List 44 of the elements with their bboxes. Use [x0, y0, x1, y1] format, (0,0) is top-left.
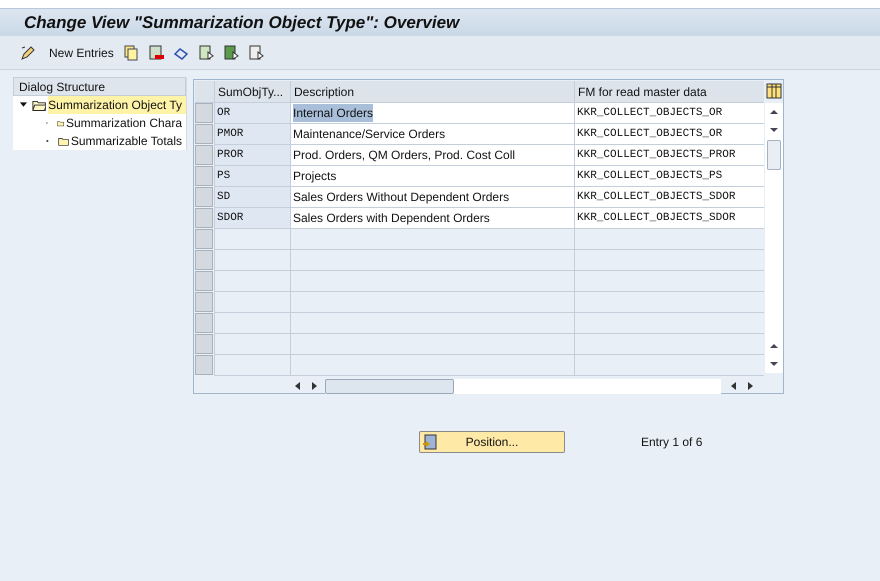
code-text: PROR: [217, 148, 244, 163]
description-text: Sales Orders with Dependent Orders: [293, 210, 490, 227]
code-text: KKR_COLLECT_OBJECTS_SDOR: [577, 210, 736, 226]
description-text: Maintenance/Service Orders: [293, 126, 446, 143]
code-text: KKR_COLLECT_OBJECTS_PS: [577, 168, 722, 184]
delete-icon[interactable]: [148, 44, 164, 60]
horizontal-scrollbar[interactable]: [325, 378, 721, 394]
select-all-icon[interactable]: [198, 44, 214, 60]
description-text: Internal Orders: [293, 104, 374, 122]
code-text: PS: [217, 168, 230, 184]
tree-item[interactable]: Summarization Chara: [66, 114, 186, 132]
position-icon: [422, 434, 438, 450]
description-text: Sales Orders Without Dependent Orders: [293, 189, 510, 206]
description-text: Projects: [293, 168, 336, 185]
code-text: SD: [217, 190, 230, 205]
scroll-thumb[interactable]: [325, 378, 454, 394]
new-entries-button[interactable]: New Entries: [49, 44, 114, 62]
code-text: OR: [217, 106, 230, 121]
entry-info: Entry 1 of 6: [641, 434, 702, 451]
bullet-icon: [46, 139, 49, 143]
column-settings-icon[interactable]: [766, 83, 782, 99]
code-text: KKR_COLLECT_OBJECTS_OR: [577, 106, 722, 121]
scroll-thumb[interactable]: [766, 140, 780, 170]
copy-icon[interactable]: [122, 44, 139, 60]
column-header[interactable]: SumObjTy...: [214, 81, 290, 102]
window-title: Change View "Summarization Object Type": Overview: [24, 12, 460, 34]
panel-header: Dialog Structure: [13, 77, 186, 96]
column-header[interactable]: FM for read master data: [574, 81, 764, 102]
code-text: KKR_COLLECT_OBJECTS_PROR: [577, 148, 736, 163]
pencil-icon[interactable]: [20, 44, 36, 60]
code-text: KKR_COLLECT_OBJECTS_OR: [577, 126, 722, 142]
code-text: SDOR: [217, 210, 244, 226]
tree-item[interactable]: Summarization Object Ty: [48, 96, 186, 114]
position-button[interactable]: Position...: [419, 431, 565, 453]
vertical-scrollbar[interactable]: [764, 103, 782, 373]
code-text: KKR_COLLECT_OBJECTS_SDOR: [577, 190, 736, 205]
folder-icon: [32, 98, 46, 112]
description-text: Prod. Orders, QM Orders, Prod. Cost Coll: [293, 147, 516, 164]
expand-caret-icon[interactable]: [19, 101, 28, 109]
deselect-icon[interactable]: [248, 44, 264, 60]
tree-item[interactable]: Summarizable Totals: [70, 132, 186, 150]
column-header[interactable]: Description: [290, 81, 574, 102]
select-block-icon[interactable]: [222, 44, 239, 60]
code-text: PMOR: [217, 126, 244, 142]
